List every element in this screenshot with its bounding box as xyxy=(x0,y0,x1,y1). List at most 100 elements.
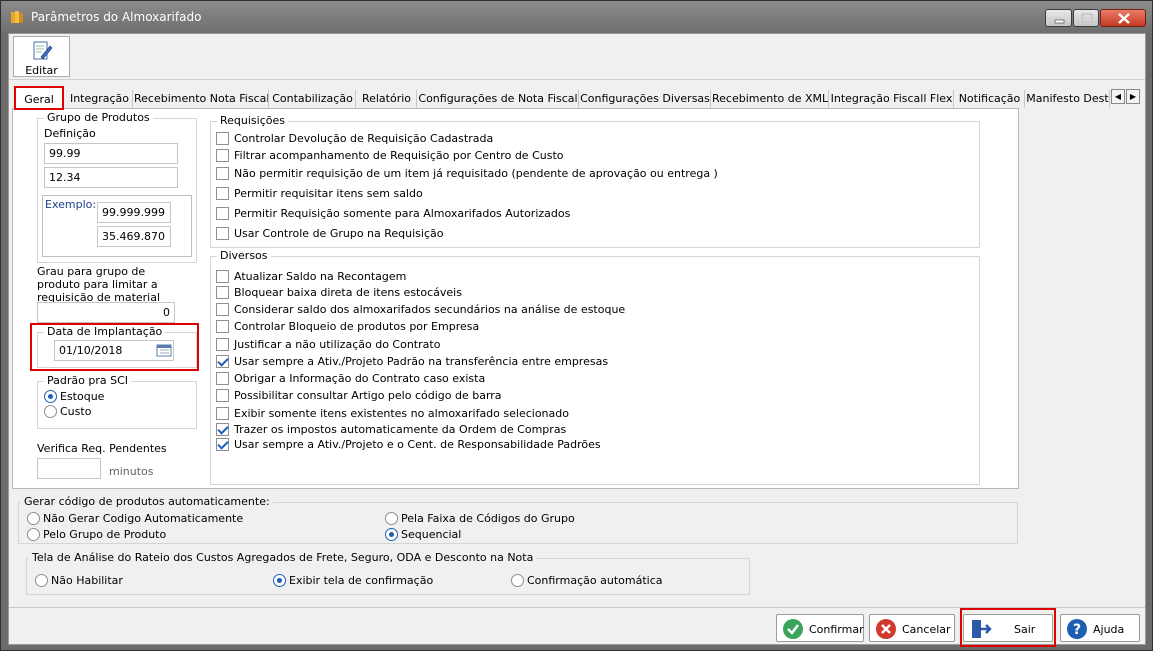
exemplo-field-1: 99.999.999 xyxy=(97,202,171,223)
title-bar: Parâmetros do Almoxarifado xyxy=(1,1,1152,33)
padrao-sci-title: Padrão pra SCI xyxy=(44,374,132,387)
tab-recebimento-xml[interactable]: Recebimento de XML xyxy=(712,90,829,108)
tab-scroll-left-icon[interactable]: ◀ xyxy=(1111,89,1125,104)
rateio-title: Tela de Análise do Rateio dos Custos Agr… xyxy=(29,551,537,564)
grupo-produtos-title: Grupo de Produtos xyxy=(44,111,153,124)
edit-button[interactable]: Editar xyxy=(13,36,70,77)
radio-label: Não Gerar Codigo Automaticamente xyxy=(43,512,244,525)
checkbox-label: Permitir Requisição somente para Almoxar… xyxy=(234,207,571,220)
checkbox[interactable] xyxy=(216,207,229,220)
close-button[interactable] xyxy=(1100,9,1146,27)
grau-label: Grau para grupo de produto para limitar … xyxy=(37,265,161,304)
radio-label: Exibir tela de confirmação xyxy=(289,574,434,587)
tab-relatorio[interactable]: Relatório xyxy=(357,90,417,108)
radio-checked[interactable] xyxy=(273,574,286,587)
checkbox[interactable] xyxy=(216,372,229,385)
definicao-label: Definição xyxy=(44,127,96,140)
checkbox[interactable] xyxy=(216,187,229,200)
checkbox-label: Permitir requisitar itens sem saldo xyxy=(234,187,423,200)
checkbox[interactable] xyxy=(216,167,229,180)
checkbox[interactable] xyxy=(216,270,229,283)
ajuda-button[interactable]: ? Ajuda xyxy=(1060,614,1140,642)
app-icon xyxy=(11,11,23,23)
svg-text:?: ? xyxy=(1073,622,1081,638)
confirmar-button[interactable]: Confirmar xyxy=(776,614,864,642)
requisicoes-group: Requisições Controlar Devolução de Requi… xyxy=(210,114,980,248)
checkbox[interactable] xyxy=(216,227,229,240)
confirmar-label: Confirmar xyxy=(809,623,864,636)
tab-configuracoes-nota-fiscal[interactable]: Configurações de Nota Fiscal xyxy=(418,90,579,108)
toolbar: Editar xyxy=(9,34,1145,80)
tab-contabilizacao[interactable]: Contabilização xyxy=(270,90,356,108)
tab-geral[interactable]: Geral xyxy=(14,86,64,110)
cancelar-button[interactable]: Cancelar xyxy=(869,614,955,642)
checkbox-checked[interactable] xyxy=(216,423,229,436)
dialog-client: Editar Geral Integração Recebimento Nota… xyxy=(8,33,1146,647)
minimize-button[interactable] xyxy=(1045,9,1072,27)
checkbox-label: Não permitir requisição de um item já re… xyxy=(234,167,718,180)
tab-integracao[interactable]: Integração xyxy=(67,90,133,108)
definicao-field-1[interactable]: 99.99 xyxy=(44,143,178,164)
checkbox-checked[interactable] xyxy=(216,438,229,451)
close-icon xyxy=(1118,13,1130,24)
checkbox[interactable] xyxy=(216,303,229,316)
radio[interactable] xyxy=(35,574,48,587)
edit-icon xyxy=(33,41,53,60)
tab-strip: Geral Integração Recebimento Nota Fiscal… xyxy=(11,86,1145,110)
rateio-group: Tela de Análise do Rateio dos Custos Agr… xyxy=(26,551,750,595)
maximize-button[interactable] xyxy=(1073,9,1099,27)
radio-estoque[interactable] xyxy=(44,390,57,403)
exemplo-label: Exemplo: xyxy=(45,198,97,211)
exemplo-box: Exemplo: 99.999.999 35.469.870 xyxy=(42,195,192,257)
radio[interactable] xyxy=(27,512,40,525)
checkbox-checked[interactable] xyxy=(216,355,229,368)
edit-button-label: Editar xyxy=(25,64,58,77)
checkbox-label: Atualizar Saldo na Recontagem xyxy=(234,270,407,283)
check-icon xyxy=(783,619,803,639)
checkbox[interactable] xyxy=(216,286,229,299)
radio-label: Pelo Grupo de Produto xyxy=(43,528,167,541)
tab-manifesto-dest[interactable]: Manifesto Dest xyxy=(1026,90,1110,108)
tab-integracao-fiscall-flex[interactable]: Integração Fiscall Flex xyxy=(830,90,954,108)
checkbox[interactable] xyxy=(216,407,229,420)
tab-panel-geral: Grupo de Produtos Definição 99.99 12.34 … xyxy=(12,108,1019,489)
checkbox-label: Exibir somente itens existentes no almox… xyxy=(234,407,569,420)
minimize-icon xyxy=(1054,19,1065,24)
checkbox-label: Considerar saldo dos almoxarifados secun… xyxy=(234,303,626,316)
radio-custo-label: Custo xyxy=(60,405,92,418)
checkbox[interactable] xyxy=(216,132,229,145)
help-icon: ? xyxy=(1067,619,1087,639)
checkbox[interactable] xyxy=(216,149,229,162)
radio[interactable] xyxy=(27,528,40,541)
checkbox[interactable] xyxy=(216,320,229,333)
radio-custo[interactable] xyxy=(44,405,57,418)
checkbox-label: Controlar Bloqueio de produtos por Empre… xyxy=(234,320,480,333)
exemplo-field-2: 35.469.870 xyxy=(97,226,171,247)
maximize-icon xyxy=(1081,13,1093,24)
diversos-group: Diversos Atualizar Saldo na Recontagem B… xyxy=(210,249,980,485)
checkbox[interactable] xyxy=(216,338,229,351)
radio-checked[interactable] xyxy=(385,528,398,541)
checkbox-label: Justificar a não utilização do Contrato xyxy=(234,338,441,351)
tab-configuracoes-diversas[interactable]: Configurações Diversas xyxy=(580,90,711,108)
grau-field[interactable]: 0 xyxy=(37,302,175,323)
verifica-field[interactable] xyxy=(37,458,101,479)
checkbox-label: Bloquear baixa direta de itens estocávei… xyxy=(234,286,462,299)
checkbox-label: Controlar Devolução de Requisição Cadast… xyxy=(234,132,494,145)
checkbox-label: Filtrar acompanhamento de Requisição por… xyxy=(234,149,564,162)
tab-notificacao[interactable]: Notificação xyxy=(955,90,1025,108)
diversos-title: Diversos xyxy=(217,249,271,262)
radio[interactable] xyxy=(385,512,398,525)
definicao-field-2[interactable]: 12.34 xyxy=(44,167,178,188)
tab-scroll-right-icon[interactable]: ▶ xyxy=(1126,89,1140,104)
minutos-label: minutos xyxy=(109,465,154,478)
padrao-sci-group: Padrão pra SCI Estoque Custo xyxy=(37,374,197,429)
radio[interactable] xyxy=(511,574,524,587)
checkbox[interactable] xyxy=(216,389,229,402)
radio-label: Não Habilitar xyxy=(51,574,123,587)
requisicoes-title: Requisições xyxy=(217,114,288,127)
grupo-produtos-group: Grupo de Produtos Definição 99.99 12.34 … xyxy=(37,111,197,263)
tab-recebimento-nota-fiscal[interactable]: Recebimento Nota Fiscal xyxy=(134,90,269,108)
checkbox-label: Possibilitar consultar Artigo pelo códig… xyxy=(234,389,502,402)
cancelar-label: Cancelar xyxy=(902,623,951,636)
